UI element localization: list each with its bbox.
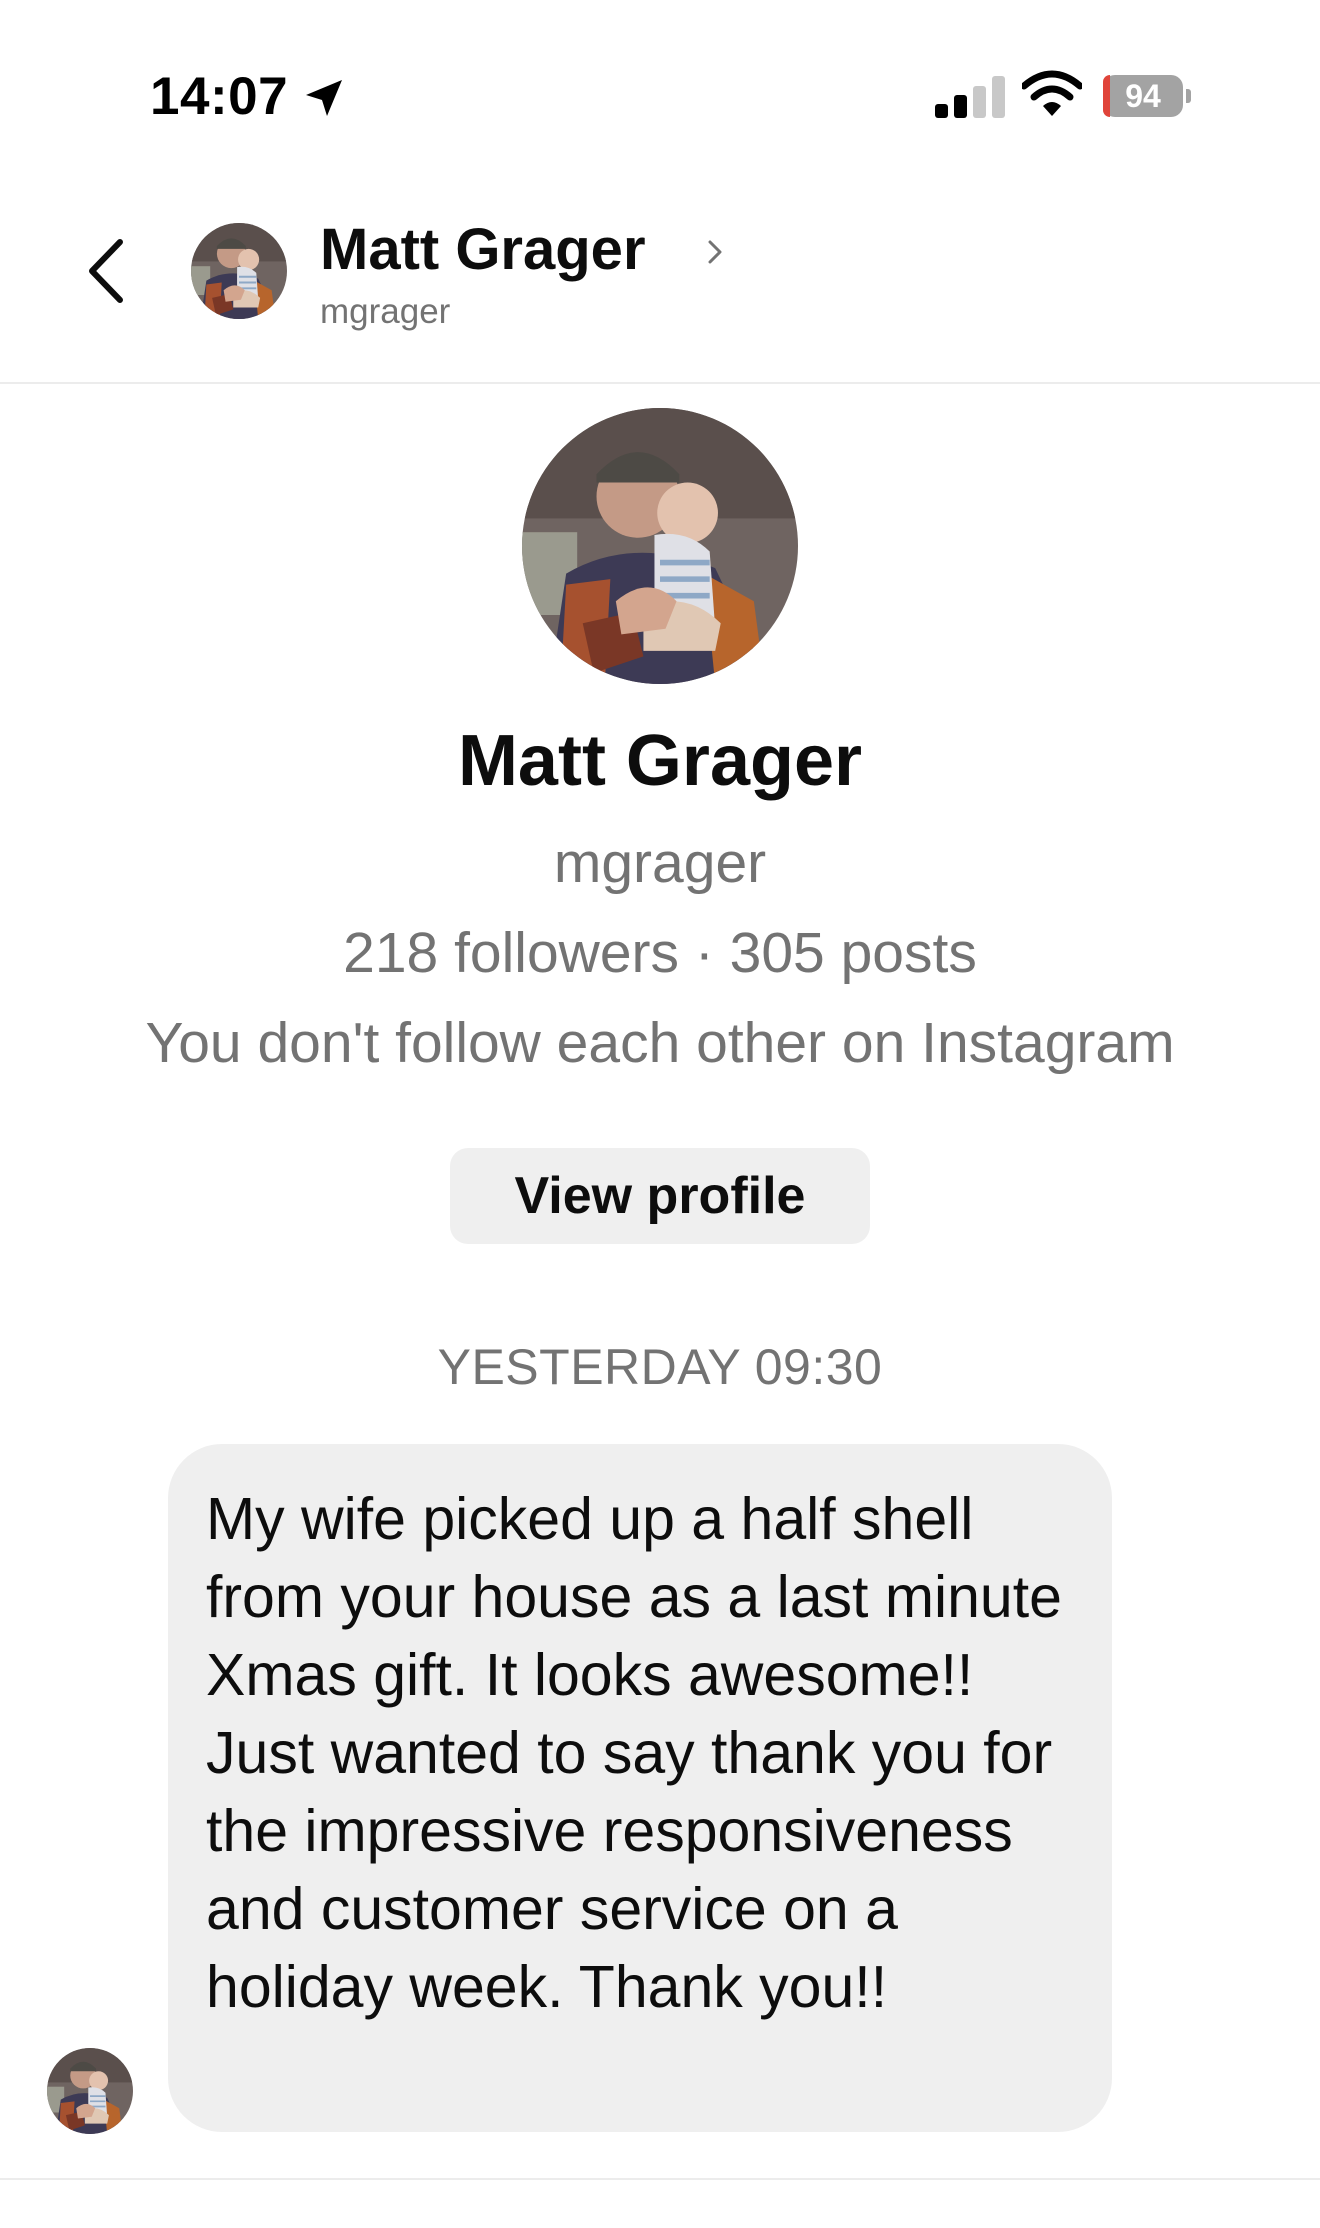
profile-relationship: You don't follow each other on Instagram: [145, 1011, 1175, 1075]
message-text: My wife picked up a half shell from your…: [206, 1486, 1062, 2020]
back-button[interactable]: [70, 226, 140, 316]
sender-avatar[interactable]: [47, 2048, 133, 2134]
location-arrow-icon: [300, 74, 348, 122]
avatar[interactable]: [191, 223, 287, 319]
header-name[interactable]: Matt Grager: [320, 216, 646, 283]
chat-header: Matt Grager mgrager: [0, 190, 1320, 384]
battery-nub: [1186, 89, 1191, 103]
chevron-right-icon[interactable]: [704, 230, 728, 274]
profile-stats: 218 followers · 305 posts: [343, 921, 977, 985]
profile-username: mgrager: [553, 831, 767, 895]
profile-avatar[interactable]: [522, 408, 798, 684]
profile-name: Matt Grager: [457, 721, 863, 801]
message-timestamp: YESTERDAY 09:30: [437, 1339, 883, 1395]
battery-indicator: 94: [1103, 75, 1191, 117]
status-bar: 14:07 94: [0, 0, 1320, 190]
status-time: 14:07: [150, 67, 289, 126]
view-profile-button[interactable]: View profile: [450, 1148, 870, 1244]
divider: [0, 2178, 1320, 2180]
cellular-signal-icon: [935, 76, 1007, 118]
chevron-left-icon: [70, 226, 140, 316]
wifi-icon: [1022, 70, 1082, 118]
header-username: mgrager: [320, 292, 451, 331]
battery-level: 94: [1125, 78, 1161, 114]
message-bubble[interactable]: My wife picked up a half shell from your…: [168, 1444, 1112, 2132]
